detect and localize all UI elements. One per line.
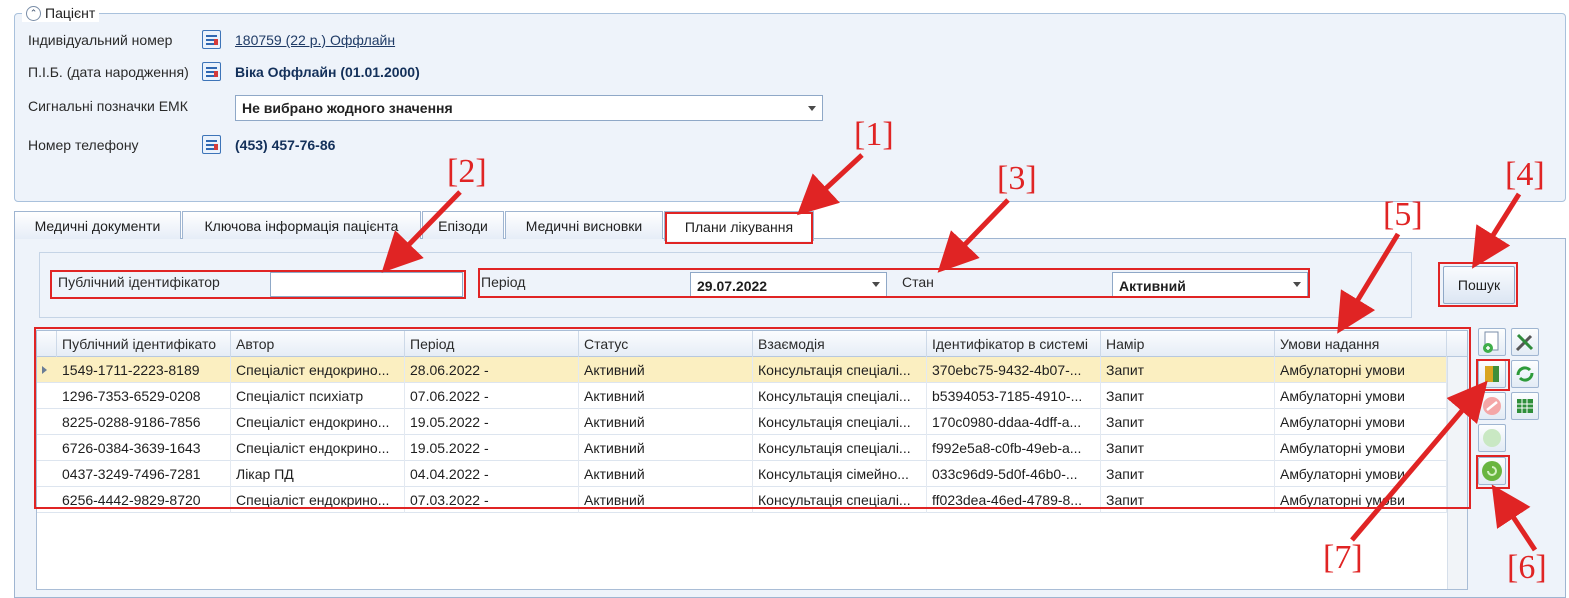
emk-select[interactable]: Не вибрано жодного значення [235, 95, 823, 121]
patient-legend-label: Пацієнт [45, 5, 96, 21]
annotation-box-period-state [478, 268, 1310, 298]
tab-key-info[interactable]: Ключова інформація пацієнта [182, 211, 421, 239]
disabled-action-icon[interactable] [1478, 424, 1506, 452]
emk-select-value: Не вибрано жодного значення [242, 100, 453, 116]
tab-label: Епізоди [438, 217, 488, 234]
patient-card-icon[interactable] [202, 62, 221, 81]
collapse-icon[interactable]: ⌃ [26, 5, 41, 21]
annotation-label-4: [4] [1505, 156, 1545, 193]
refresh-arrows-icon[interactable] [1511, 360, 1539, 388]
tab-label: Медичні документи [34, 217, 161, 234]
name-label: П.І.Б. (дата народження) [28, 64, 189, 80]
cancel-icon[interactable] [1478, 392, 1506, 420]
patient-card-icon[interactable] [202, 30, 221, 49]
annotation-box-grid [34, 327, 1471, 509]
patient-id-link[interactable]: 180759 (22 р.) Оффлайн [235, 32, 395, 48]
annotation-box-tab [665, 212, 813, 244]
annotation-box-search [1438, 262, 1518, 307]
annotation-label-1: [1] [854, 116, 894, 153]
tools-icon[interactable] [1511, 328, 1539, 356]
annotation-label-2: [2] [447, 153, 487, 190]
patient-name: Віка Оффлайн (01.01.2000) [235, 64, 420, 80]
annotation-label-7: [7] [1323, 539, 1363, 576]
phone-card-icon[interactable] [202, 135, 221, 154]
id-label: Індивідуальний номер [28, 32, 173, 48]
annotation-box-public-id [50, 270, 466, 299]
patient-legend: ⌃ Пацієнт [22, 4, 100, 22]
annotation-label-6: [6] [1507, 549, 1547, 586]
phone-value: (453) 457-76-86 [235, 137, 336, 153]
chevron-down-icon [808, 106, 816, 111]
tab-episodes[interactable]: Епізоди [422, 211, 504, 239]
annotation-label-5: [5] [1383, 196, 1423, 233]
table-icon[interactable] [1511, 392, 1539, 420]
annotation-box-book [1476, 359, 1510, 391]
tab-label: Медичні висновки [525, 217, 643, 234]
emk-label: Сигнальні позначки ЕМК [28, 98, 188, 114]
annotation-label-3: [3] [997, 160, 1037, 197]
tab-medical-documents[interactable]: Медичні документи [14, 211, 181, 239]
phone-label: Номер телефону [28, 137, 139, 153]
tab-label: Ключова інформація пацієнта [204, 217, 399, 234]
annotation-box-green [1476, 455, 1510, 489]
new-document-icon[interactable] [1478, 328, 1506, 356]
tab-medical-conclusions[interactable]: Медичні висновки [505, 211, 663, 239]
